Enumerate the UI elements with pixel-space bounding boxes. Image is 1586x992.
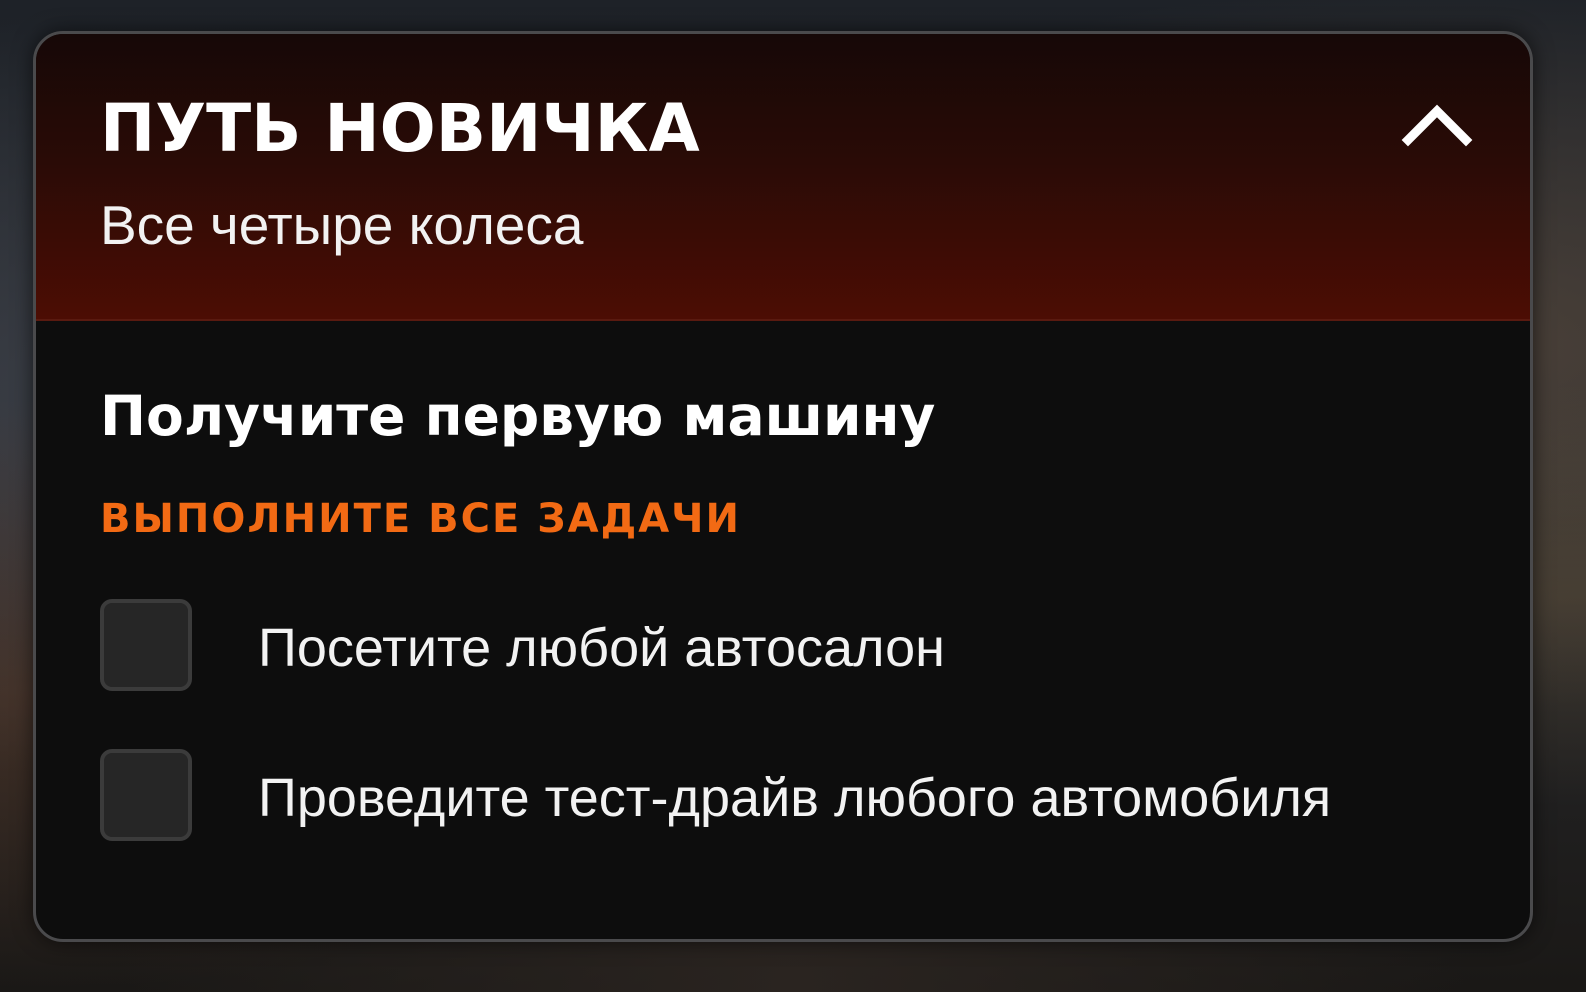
panel-title: ПУТЬ НОВИЧКА (100, 90, 700, 167)
tasks-label: ВЫПОЛНИТЕ ВСЕ ЗАДАЧИ (100, 496, 741, 542)
task-checkbox[interactable] (100, 599, 192, 691)
task-item: Проведите тест-драйв любого автомобиля (100, 749, 1400, 845)
task-item: Посетите любой автосалон (100, 599, 1400, 695)
quest-panel-header: ПУТЬ НОВИЧКА Все четыре колеса (36, 34, 1530, 321)
task-label: Проведите тест-драйв любого автомобиля (258, 768, 1332, 828)
task-checkbox[interactable] (100, 749, 192, 841)
quest-panel: ПУТЬ НОВИЧКА Все четыре колеса Получите … (33, 31, 1533, 942)
quest-title: Получите первую машину (100, 384, 936, 448)
quest-panel-body: Получите первую машину ВЫПОЛНИТЕ ВСЕ ЗАД… (36, 321, 1530, 939)
task-label: Посетите любой автосалон (258, 618, 945, 678)
panel-subtitle: Все четыре колеса (100, 194, 584, 256)
chevron-up-icon (1401, 104, 1473, 147)
collapse-button[interactable] (1392, 88, 1482, 158)
